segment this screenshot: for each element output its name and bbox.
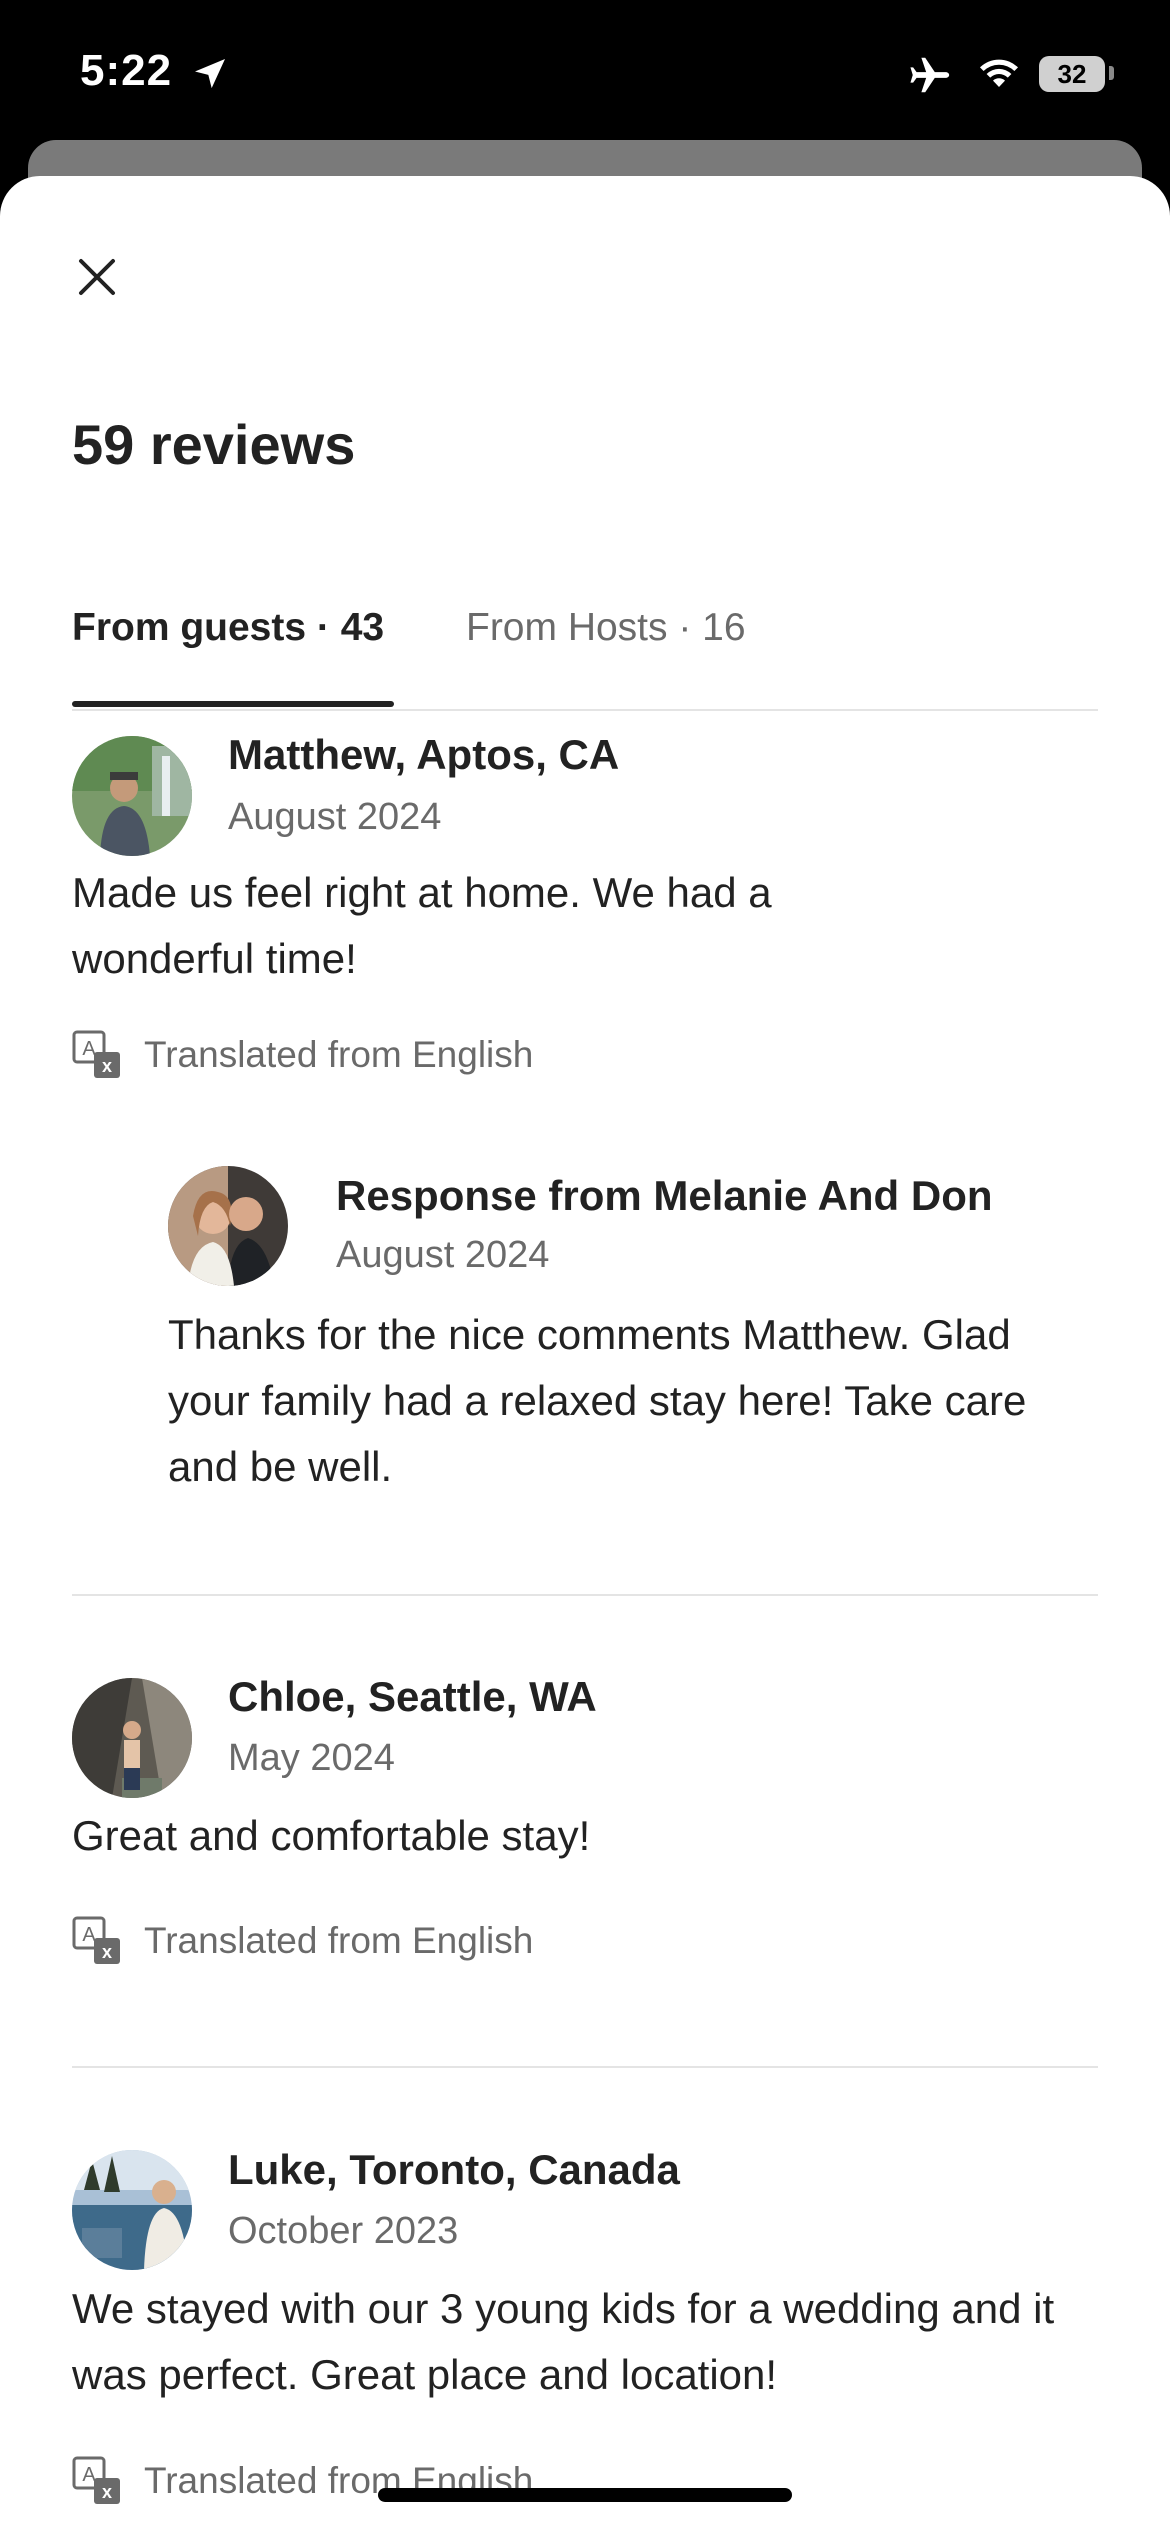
status-bar: 5:22 32 [0, 0, 1170, 140]
host-response-name: Response from Melanie And Don [336, 1172, 993, 1219]
review-divider [72, 2066, 1098, 2068]
reviews-sheet: 59 reviews From guests · 43 From Hosts ·… [0, 176, 1170, 2532]
svg-text:x: x [102, 1056, 112, 1076]
host-response-date: August 2024 [336, 1234, 550, 1276]
avatar[interactable] [72, 736, 192, 856]
svg-text:x: x [102, 1942, 112, 1962]
review-date: October 2023 [228, 2210, 459, 2252]
translate-icon: A x [72, 1030, 120, 1078]
tab-from-hosts[interactable]: From Hosts · 16 [466, 606, 746, 650]
review-date: May 2024 [228, 1737, 395, 1779]
host-avatar[interactable] [168, 1166, 288, 1286]
avatar[interactable] [72, 2150, 192, 2270]
reviewer-name: Luke, Toronto, Canada [228, 2146, 680, 2193]
translated-label: Translated from English [144, 1920, 534, 1961]
avatar[interactable] [72, 1678, 192, 1798]
page-title: 59 reviews [72, 413, 356, 476]
review-text: Made us feel right at home. We had a won… [72, 869, 772, 982]
status-time: 5:22 [80, 46, 173, 95]
review-text: We stayed with our 3 young kids for a we… [72, 2285, 1055, 2398]
close-button[interactable] [62, 242, 132, 312]
svg-text:x: x [102, 2482, 112, 2502]
home-indicator[interactable] [378, 2488, 792, 2502]
translate-icon: A x [72, 2456, 120, 2504]
review-text: Great and comfortable stay! [72, 1812, 591, 1859]
review-date: August 2024 [228, 796, 442, 838]
active-tab-indicator [72, 701, 394, 707]
translate-icon: A x [72, 1916, 120, 1964]
battery-tip [1109, 66, 1114, 80]
reviewer-name: Matthew, Aptos, CA [228, 731, 620, 778]
airplane-icon [910, 57, 950, 93]
battery-indicator: 32 [1039, 56, 1105, 92]
translated-label: Translated from English [144, 1034, 534, 1075]
location-arrow-icon [195, 59, 225, 89]
wifi-icon [980, 59, 1018, 87]
tab-from-guests[interactable]: From guests · 43 [72, 606, 384, 650]
review-divider [72, 1594, 1098, 1596]
close-icon [79, 259, 115, 295]
tab-divider [72, 709, 1098, 711]
reviewer-name: Chloe, Seattle, WA [228, 1673, 597, 1720]
host-response-text: Thanks for the nice comments Matthew. Gl… [168, 1311, 1027, 1490]
